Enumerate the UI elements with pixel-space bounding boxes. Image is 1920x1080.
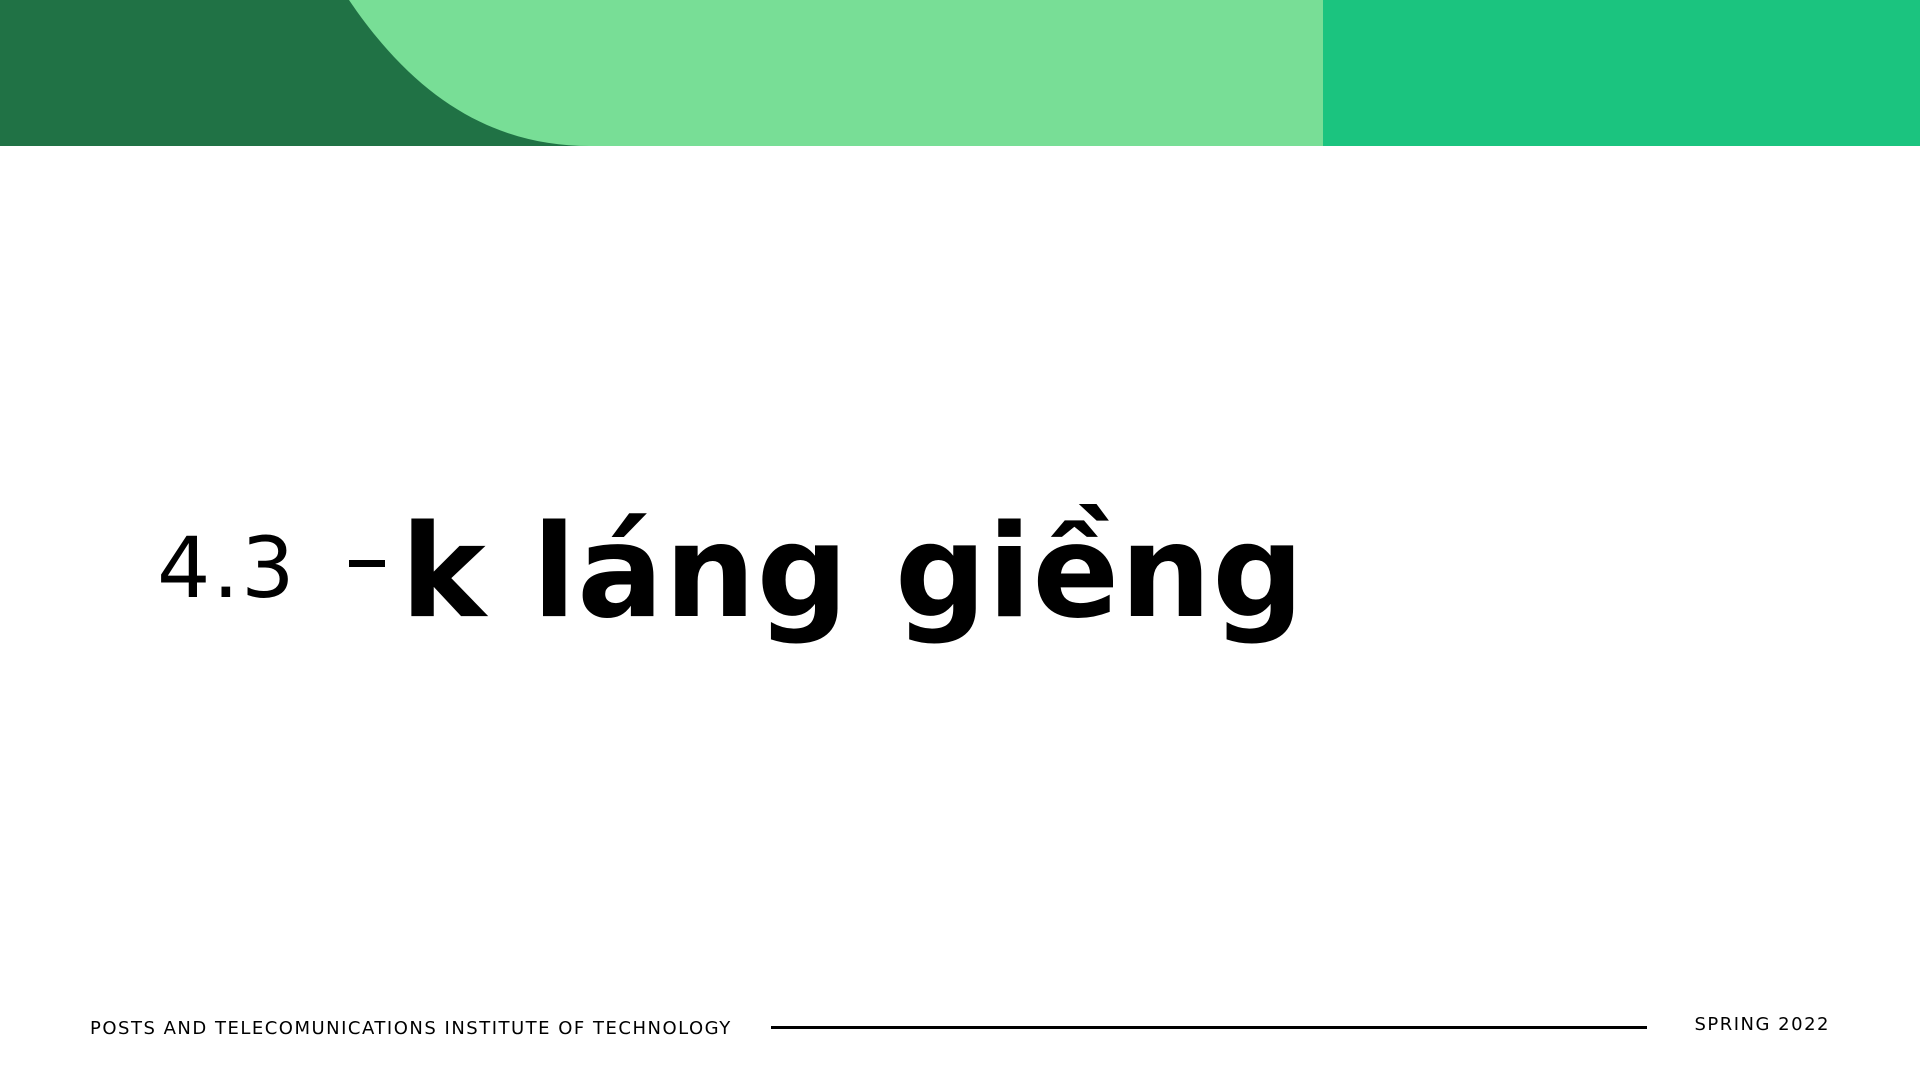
header-bright-green-block [1323, 0, 1920, 146]
footer-term: SPRING 2022 [1694, 1014, 1830, 1035]
section-title: 4.3 k láng giềng [157, 488, 1305, 648]
slide: 4.3 k láng giềng POSTS AND TELECOMUNICAT… [0, 0, 1920, 1080]
title-dash [348, 559, 385, 567]
section-number: 4.3 [157, 519, 297, 617]
footer-institution: POSTS AND TELECOMUNICATIONS INSTITUTE OF… [90, 1018, 732, 1039]
header-decoration [0, 0, 1920, 146]
header-light-green-curve [349, 0, 1323, 146]
section-heading: k láng giềng [400, 497, 1305, 647]
footer-divider [771, 1026, 1647, 1029]
